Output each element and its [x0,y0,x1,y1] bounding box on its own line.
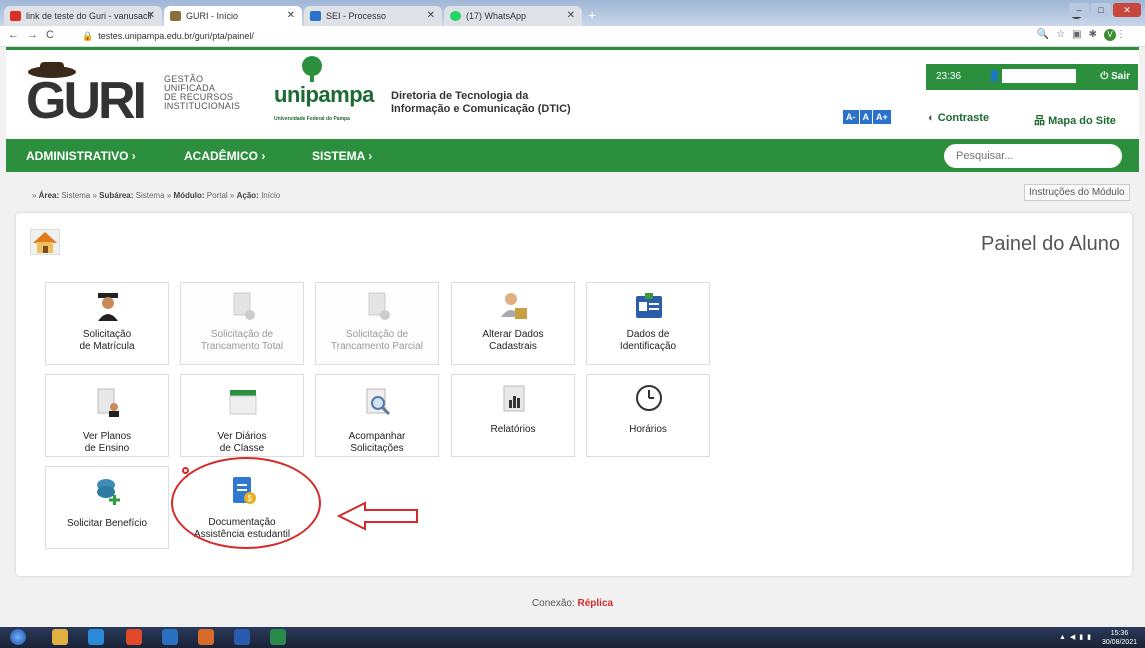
home-icon [33,232,57,253]
media-player-icon[interactable] [162,629,178,645]
close-tab-icon[interactable]: ✕ [287,10,295,21]
document-person-icon [97,388,119,417]
font-size-controls: A- A A+ [843,110,891,124]
site-header: GURI GESTÃO UNIFICADA DE RECURSOS INSTIT… [6,47,1139,139]
guri-logo[interactable]: GURI [24,60,159,122]
tile-alterar-dados[interactable]: Alterar Dados Cadastrais [451,282,575,365]
calendar-icon [229,390,257,415]
magnifier-document-icon [366,388,391,416]
excel-icon[interactable] [270,629,286,645]
guri-subtitle: GESTÃO UNIFICADA DE RECURSOS INSTITUCION… [164,74,241,111]
module-instructions-button[interactable]: Instruções do Módulo [1024,184,1130,201]
user-bar: 23:36 👤 ⏻ Sair [926,64,1138,90]
word-icon[interactable] [234,629,250,645]
font-normal-button[interactable]: A [859,110,872,124]
minimize-button[interactable]: – [1069,3,1089,17]
svg-text:GURI: GURI [26,72,144,122]
tile-solicitar-beneficio[interactable]: Solicitar Benefício [45,466,169,549]
close-tab-icon[interactable]: ✕ [427,10,435,21]
tile-trancamento-parcial[interactable]: Solicitação de Trancamento Parcial [315,282,439,365]
start-button[interactable] [10,629,26,645]
tile-horarios[interactable]: Horários [586,374,710,457]
session-time: 23:36 [936,71,962,82]
browser-actions[interactable]: 🔍☆▣✱ V ⋮ [1037,29,1133,41]
gmail-icon [10,11,21,21]
tile-diarios-classe[interactable]: Ver Diários de Classe [180,374,304,457]
app-icon[interactable] [198,629,214,645]
main-menu: ADMINISTRATIVO › ACADÊMICO › SISTEMA › [6,139,1139,172]
menu-sistema[interactable]: SISTEMA › [312,149,372,163]
profile-avatar[interactable]: V [1104,29,1116,41]
home-button[interactable] [30,229,60,255]
sei-icon [310,11,321,21]
close-tab-icon[interactable]: ✕ [567,10,575,21]
unipampa-logo[interactable]: unipampa Universidade Federal do Pampa [274,54,379,130]
browser-tab-gmail[interactable]: link de teste do Guri - vanusacli ✕ [4,6,162,26]
chrome-icon[interactable] [126,629,142,645]
tile-planos-ensino[interactable]: Ver Planos de Ensino [45,374,169,457]
graduate-icon [98,293,118,321]
sitemap-link[interactable]: 品 Mapa do Site [1034,112,1116,128]
annotation-arrow-icon [337,501,418,531]
report-chart-icon [503,385,525,412]
tile-relatorios[interactable]: Relatórios [451,374,575,457]
tile-solicitacao-matricula[interactable]: Solicitação de Matrícula [45,282,169,365]
coins-plus-icon [97,479,120,505]
lock-icon: 🔒 [82,31,94,41]
tile-dados-identificacao[interactable]: Dados de Identificação [586,282,710,365]
document-lock-icon [233,292,255,320]
user-icon: 👤 [988,71,1001,82]
url-field[interactable]: 🔒 testes.unipampa.edu.br/guri/pta/painel/ [82,31,254,42]
explorer-icon[interactable] [52,629,68,645]
taskbar-clock[interactable]: 15:36 30/08/2021 [1102,629,1137,647]
page-title: Painel do Aluno [980,233,1120,255]
sitemap-icon: 品 [1034,115,1045,127]
new-tab-button[interactable]: + [588,7,596,23]
breadcrumb-row: » Área: Sistema » Subárea: Sistema » Mód… [6,172,1139,208]
clock-icon [636,385,662,411]
menu-administrativo[interactable]: ADMINISTRATIVO › [26,149,136,163]
browser-tab-sei[interactable]: SEI - Processo ✕ [304,6,442,26]
browser-tab-guri[interactable]: GURI - Início ✕ [164,6,302,26]
address-bar-row: ←→C 🔒 testes.unipampa.edu.br/guri/pta/pai… [0,26,1145,47]
user-lock-icon [501,293,527,319]
dtic-title: Diretoria de Tecnologia da Informação e … [391,90,571,115]
browser-tab-bar: link de teste do Guri - vanusacli ✕ GURI… [0,0,1145,26]
breadcrumb: » Área: Sistema » Subárea: Sistema » Mód… [32,191,281,200]
search-input[interactable] [944,144,1122,168]
maximize-button[interactable]: □ [1091,3,1111,17]
guri-hat-icon [170,11,181,21]
tile-trancamento-total[interactable]: Solicitação de Trancamento Total [180,282,304,365]
system-tray[interactable]: ▲◀▮▮ [1059,633,1095,641]
close-window-button[interactable]: ✕ [1113,3,1141,17]
browser-nav-buttons[interactable]: ←→C [8,29,62,41]
highlight-circle [171,457,321,549]
contrast-icon: ◐ [928,112,935,124]
menu-academico[interactable]: ACADÊMICO › [184,149,265,163]
redacted-username [1002,69,1076,83]
close-tab-icon[interactable]: ✕ [147,10,155,21]
window-controls: – □ ✕ [1069,3,1141,17]
whatsapp-icon [450,11,461,21]
browser-tab-whatsapp[interactable]: (17) WhatsApp ✕ [444,6,582,26]
logout-button[interactable]: ⏻ Sair [1100,71,1130,82]
font-increase-button[interactable]: A+ [873,110,891,124]
windows-taskbar: ▲◀▮▮ 15:36 30/08/2021 [0,627,1145,648]
tile-acompanhar-solicitacoes[interactable]: Acompanhar Solicitações [315,374,439,457]
tree-icon [302,56,322,82]
font-decrease-button[interactable]: A- [843,110,859,124]
contrast-toggle[interactable]: ◐ Contraste [928,112,989,124]
connection-status: Conexão: Réplica [531,598,614,609]
document-lock-icon [368,292,390,320]
id-card-icon [636,293,662,318]
internet-explorer-icon[interactable] [88,629,104,645]
